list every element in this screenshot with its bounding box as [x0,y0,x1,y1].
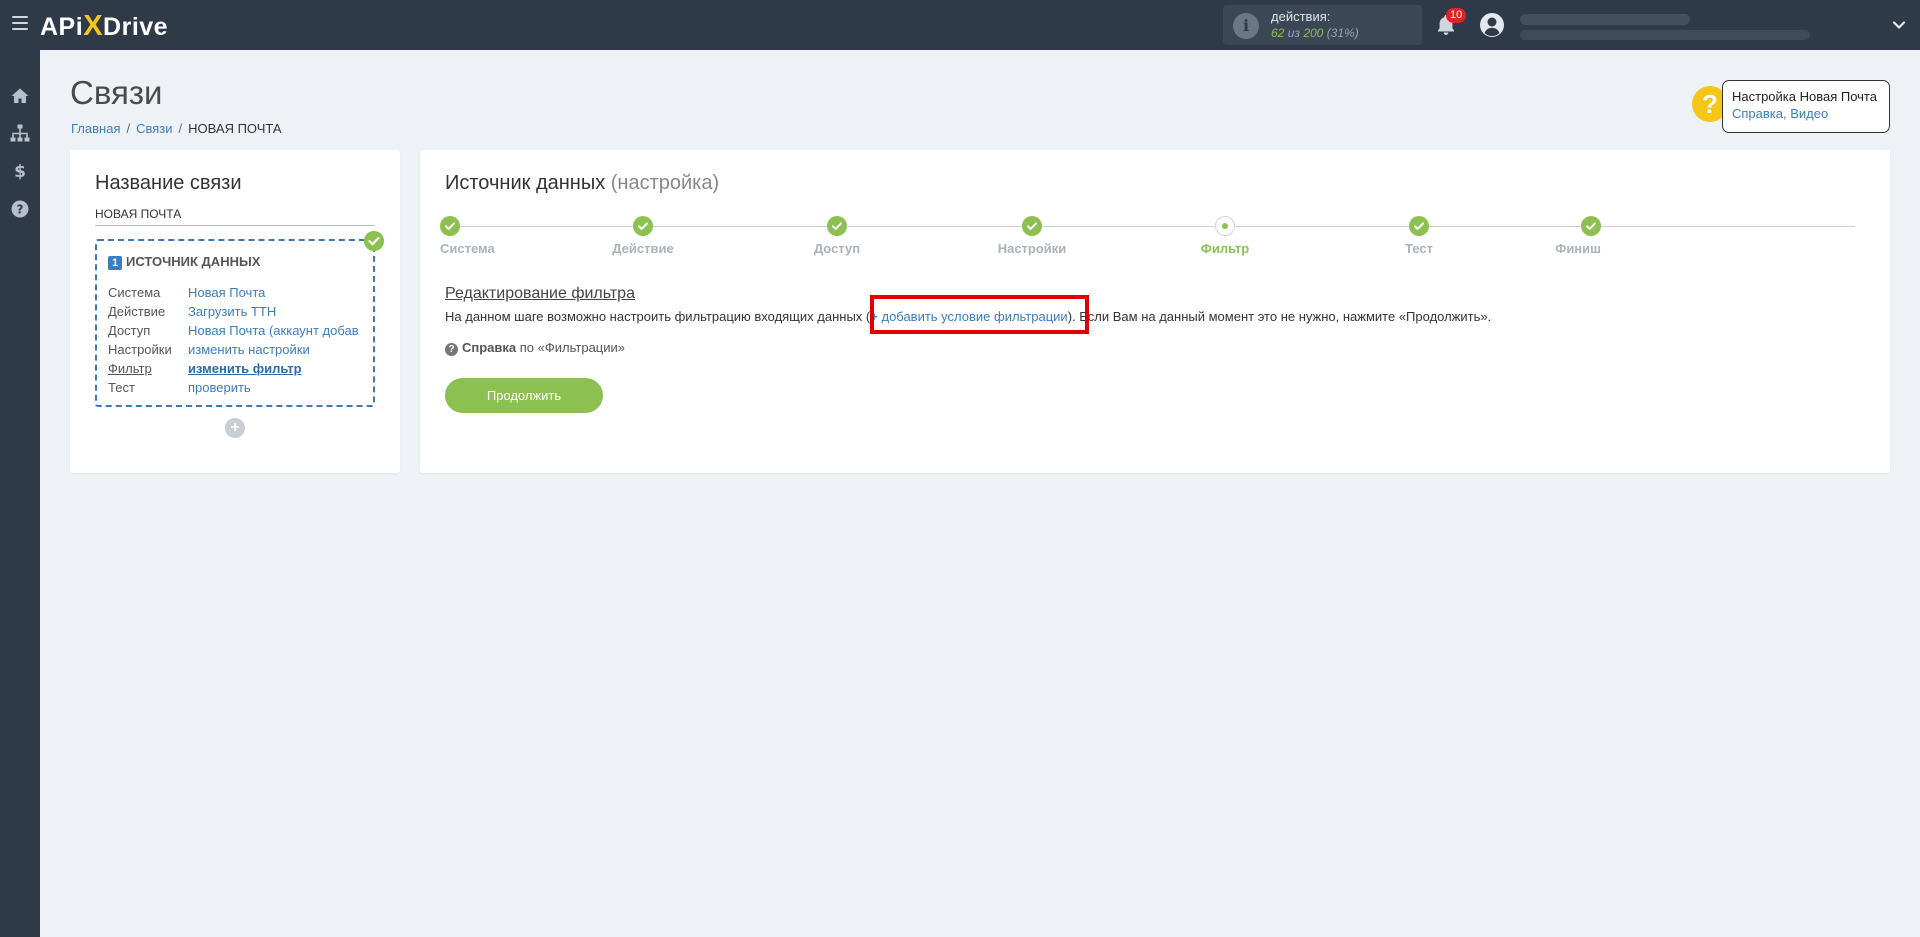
continue-button[interactable]: Продолжить [445,378,603,413]
check-icon [1581,216,1601,236]
help-topic-link[interactable]: «Фильтрации» [538,340,625,355]
question-icon: ? [445,343,458,356]
breadcrumb-links[interactable]: Связи [136,121,172,136]
step-3[interactable]: Доступ [777,216,897,256]
step-7[interactable]: Финиш [1521,216,1601,256]
add-filter-condition-link[interactable]: + добавить условие фильтрации [870,309,1067,324]
add-block-button[interactable]: + [225,418,245,438]
check-icon [633,216,653,236]
source-row-system: Система Новая Почта [108,285,266,300]
source-block[interactable]: 1 ИСТОЧНИК ДАННЫХ Система Новая Почта Дейс… [95,239,375,407]
user-account-blurred[interactable] [1520,14,1810,40]
step-2[interactable]: Действие [583,216,703,256]
step-label: Тест [1405,241,1433,256]
settings-link[interactable]: изменить настройки [188,342,310,357]
dollar-icon[interactable]: $ [10,161,30,181]
chevron-down-icon[interactable] [1891,17,1907,33]
user-icon[interactable] [1479,12,1505,38]
step-5[interactable]: Фильтр [1165,216,1285,256]
source-row-test: Тест проверить [108,380,251,395]
step-label: Финиш [1555,241,1601,256]
test-link[interactable]: проверить [188,380,251,395]
sitemap-icon[interactable] [10,123,30,143]
logo[interactable]: APiXDrive [40,10,168,43]
actions-counter[interactable]: i действия: 62 из 200 (31%) [1223,5,1422,45]
connection-heading: Название связи [95,172,242,194]
home-icon[interactable] [10,86,30,106]
question-icon[interactable]: ? [10,199,30,219]
source-details: Система Новая Почта Действие Загрузить ТТН… [108,285,358,399]
source-row-action: Действие Загрузить ТТН [108,304,277,319]
step-label: Настройки [997,241,1067,256]
source-row-filter: Фильтр изменить фильтр [108,361,302,376]
check-icon [827,216,847,236]
filter-description: На данном шаге возможно настроить фильтр… [445,309,1492,324]
source-title: 1 ИСТОЧНИК ДАННЫХ [108,254,260,270]
connection-card: Название связи НОВАЯ ПОЧТА 1 ИСТОЧНИК ДАН… [70,150,400,473]
check-icon [1409,216,1429,236]
source-row-access: Доступ Новая Почта (аккаунт добав [108,323,358,338]
source-settings-card: Источник данных (настройка) Система Дейст… [420,150,1890,473]
breadcrumb-current: НОВАЯ ПОЧТА [188,121,282,136]
check-icon [364,231,384,251]
page-title: Связи [70,74,163,111]
step-active-dot [1215,216,1235,236]
help-box[interactable]: Настройка Новая Почта Справка, Видео [1722,80,1890,133]
info-icon: i [1233,13,1259,39]
sidebar: $ ? [0,50,40,937]
check-icon [1022,216,1042,236]
actions-count: 62 из 200 (31%) [1271,26,1359,40]
notification-badge: 10 [1446,8,1467,23]
source-settings-title: Источник данных (настройка) [445,172,720,194]
filter-link[interactable]: изменить фильтр [188,361,302,376]
step-1[interactable]: Система [440,216,520,256]
step-label: Фильтр [1200,241,1250,256]
breadcrumb: Главная / Связи / НОВАЯ ПОЧТА [71,121,282,136]
connection-name-field[interactable]: НОВАЯ ПОЧТА [95,207,375,226]
source-row-settings: Настройки изменить настройки [108,342,310,357]
filter-heading: Редактирование фильтра [445,285,635,302]
step-number-badge: 1 [108,256,122,270]
help-link[interactable]: Справка [462,340,516,355]
action-link[interactable]: Загрузить ТТН [188,304,276,319]
help-links[interactable]: Справка, Видео [1732,106,1880,121]
step-label: Доступ [813,241,861,256]
top-bar: APiXDrive i действия: 62 из 200 (31%) 10 [0,0,1920,50]
svg-text:?: ? [17,203,24,217]
access-link[interactable]: Новая Почта (аккаунт добав [188,323,358,338]
check-icon [440,216,460,236]
help-title: Настройка Новая Почта [1732,89,1877,104]
step-label: Действие [612,241,674,256]
filter-help: ? Справка по «Фильтрации» [445,340,625,356]
step-4[interactable]: Настройки [972,216,1092,256]
svg-text:$: $ [14,162,26,181]
menu-icon[interactable] [12,16,28,32]
actions-label: действия: [1271,9,1331,24]
step-6[interactable]: Тест [1359,216,1479,256]
system-link[interactable]: Новая Почта [188,285,265,300]
breadcrumb-home[interactable]: Главная [71,121,120,136]
step-label: Система [440,241,495,256]
